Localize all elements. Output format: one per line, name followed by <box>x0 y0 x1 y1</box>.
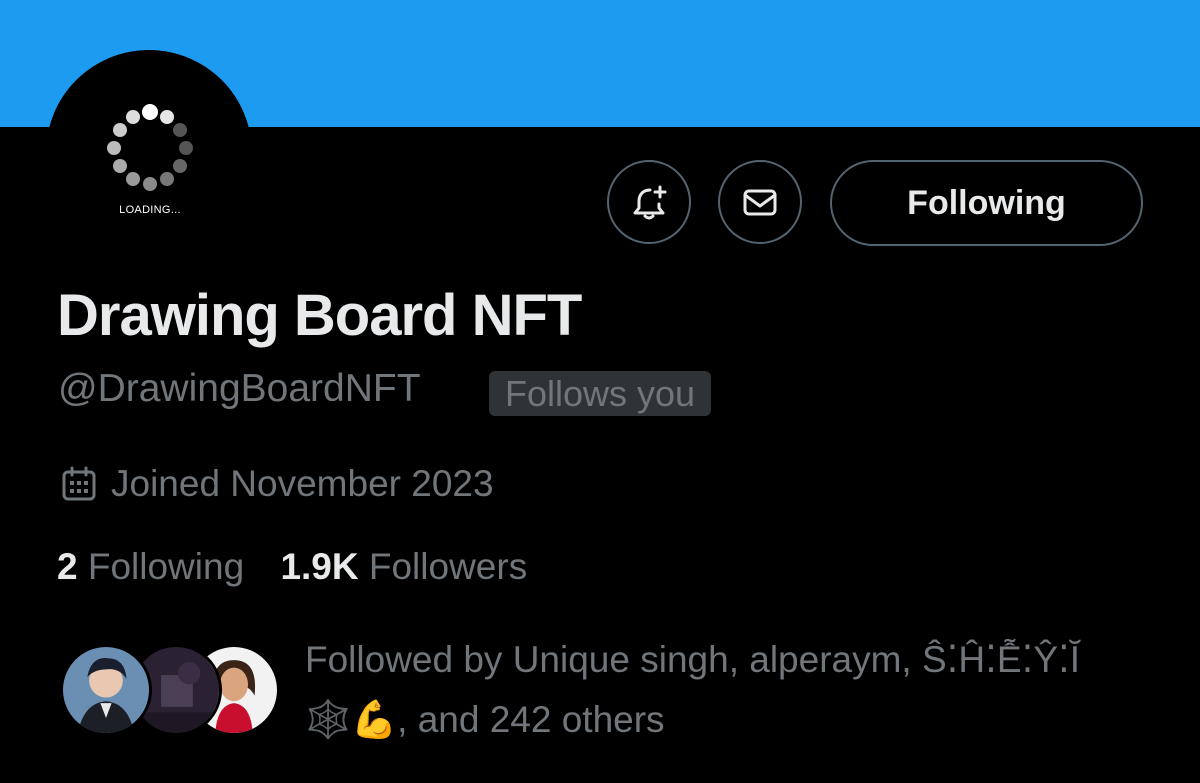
profile-handle: @DrawingBoardNFT <box>58 367 421 410</box>
followers-label: Followers <box>368 546 528 587</box>
follow-stats: 2 Following 1.9K Followers <box>57 546 527 588</box>
loading-spinner-icon <box>107 104 193 191</box>
calendar-icon <box>62 466 96 501</box>
envelope-icon <box>743 189 777 216</box>
followed-by-text[interactable]: Followed by Unique singh, alperaym, Ŝ⁚Ĥ⁚… <box>305 630 1165 750</box>
follows-you-badge: Follows you <box>489 371 712 416</box>
following-label: Following <box>87 546 245 587</box>
bell-plus-icon <box>633 185 667 220</box>
followed-by-facepile[interactable] <box>60 644 280 738</box>
following-stat-link[interactable]: 2 Following <box>57 546 244 587</box>
message-button[interactable] <box>718 160 802 244</box>
notifications-bell-button[interactable] <box>607 160 691 244</box>
followers-stat-link[interactable]: 1.9K Followers <box>280 546 527 587</box>
loading-label: LOADING... <box>119 204 181 216</box>
follower-avatar[interactable] <box>60 644 152 736</box>
followed-by-line: 🕸️💪, and 242 others <box>305 699 665 740</box>
joined-date-row: Joined November 2023 <box>60 463 494 505</box>
following-count: 2 <box>57 546 78 587</box>
followers-count: 1.9K <box>280 546 359 587</box>
followed-by-line: Followed by Unique singh, alperaym, Ŝ⁚Ĥ⁚… <box>305 639 1081 680</box>
following-button[interactable]: Following <box>830 160 1143 246</box>
display-name: Drawing Board NFT <box>57 283 582 348</box>
joined-date: Joined November 2023 <box>111 463 494 504</box>
